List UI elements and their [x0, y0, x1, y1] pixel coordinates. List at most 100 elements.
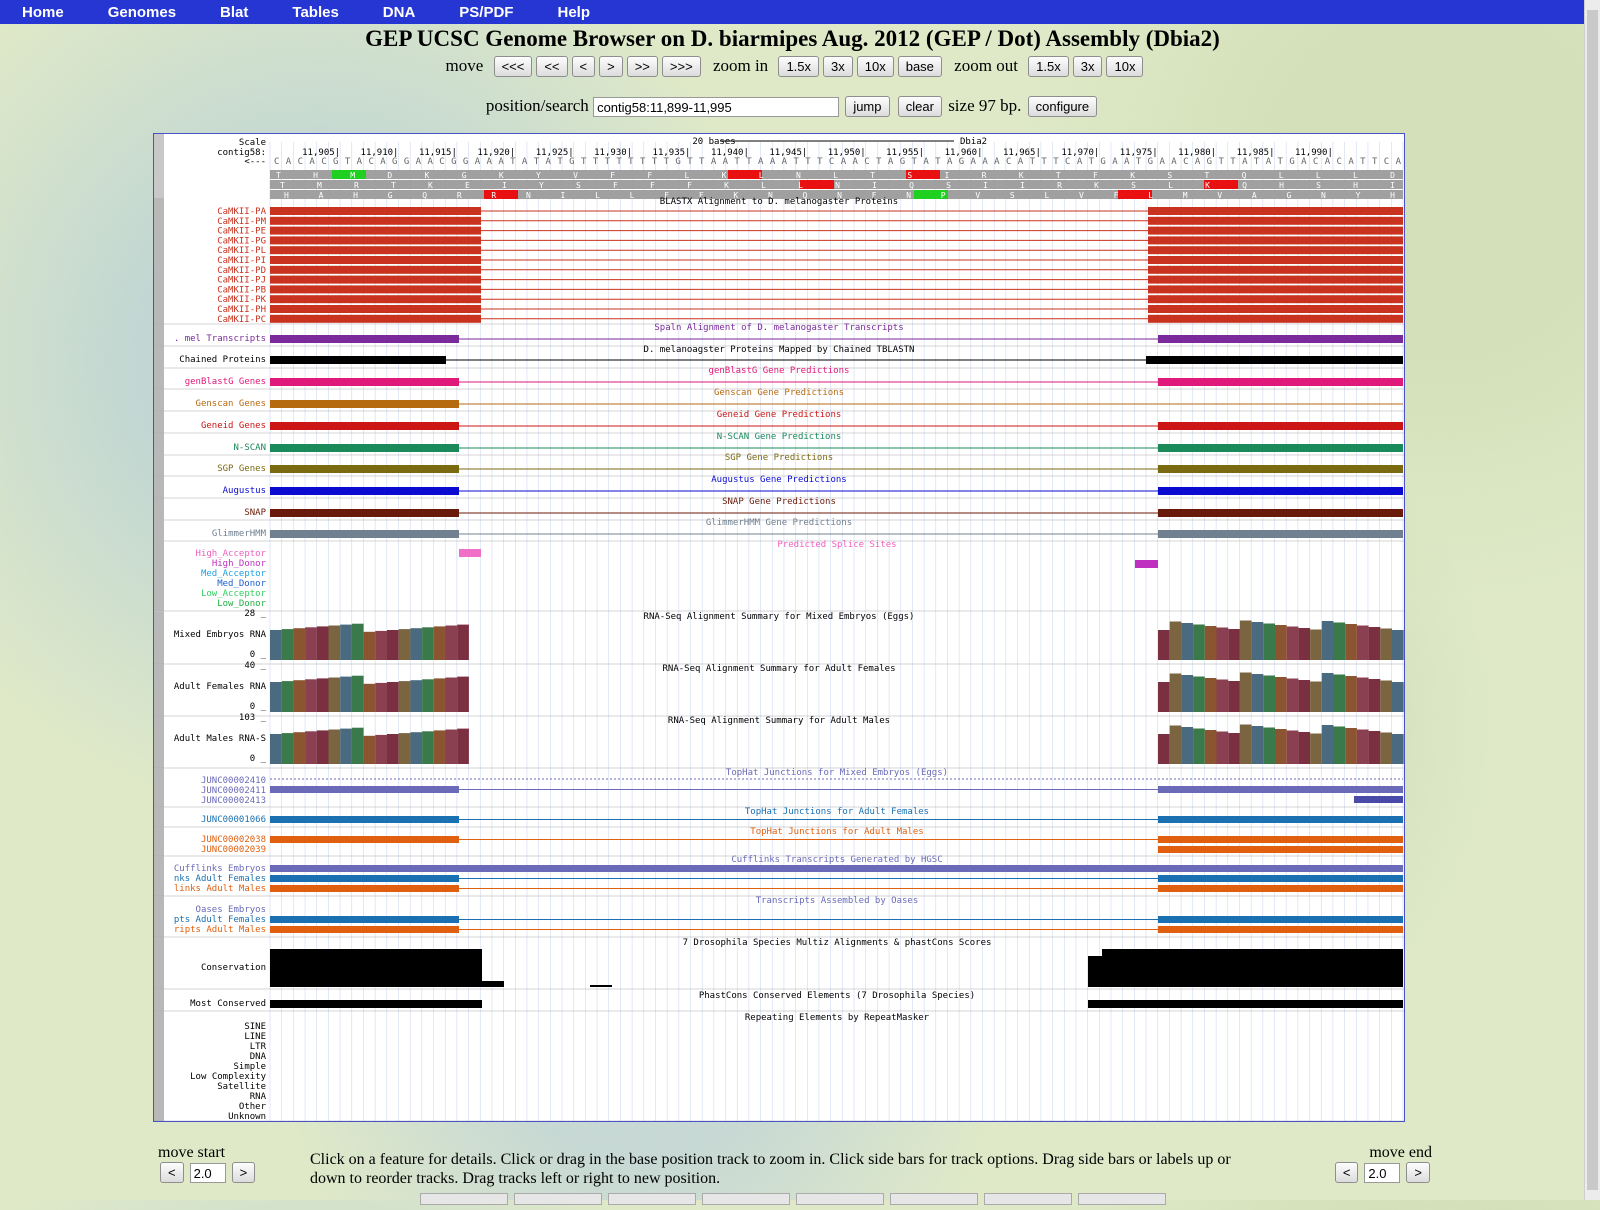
nav-help[interactable]: Help	[535, 4, 612, 21]
track-side-bar	[154, 519, 164, 541]
zoom-in-button-2[interactable]: 10x	[856, 56, 894, 77]
snap-feature-exon-2	[1158, 509, 1403, 517]
track-side-bar	[154, 539, 164, 611]
move-button-0[interactable]: <<<	[493, 56, 533, 77]
cufflinks-feature	[270, 865, 1403, 872]
rnaseq-min-label: 0 _	[250, 754, 267, 764]
coverage-bar	[316, 678, 329, 712]
move-button-5[interactable]: >>>	[661, 56, 701, 77]
jump-button[interactable]: jump	[845, 96, 890, 117]
coverage-bar	[410, 680, 423, 712]
track-control-button[interactable]	[796, 1193, 884, 1205]
move-start-input[interactable]	[189, 1163, 226, 1184]
track-side-bar	[154, 989, 164, 1011]
coverage-bar	[398, 681, 411, 712]
glimmer-track-title: GlimmerHMM Gene Predictions	[706, 518, 852, 528]
sgp-track-label: SGP Genes	[217, 464, 266, 474]
coverage-bar	[375, 734, 387, 764]
move-end-input[interactable]	[1364, 1163, 1401, 1184]
blastx-alignment-exon-2	[1148, 295, 1403, 304]
nav-blat[interactable]: Blat	[198, 4, 270, 21]
position-search-input[interactable]	[593, 97, 840, 118]
coverage-bar	[1380, 628, 1392, 660]
nscan-track-label: N-SCAN	[233, 443, 266, 453]
sgp-track-title: SGP Gene Predictions	[725, 453, 833, 463]
track-control-button[interactable]	[420, 1193, 508, 1205]
move-button-3[interactable]: >	[599, 56, 623, 77]
track-control-button[interactable]	[514, 1193, 602, 1205]
track-side-bar	[154, 716, 164, 768]
move-start-right-button[interactable]: >	[231, 1162, 256, 1183]
move-end-left-button[interactable]: <	[1334, 1162, 1359, 1183]
track-control-button[interactable]	[1078, 1193, 1166, 1205]
coverage-bar	[1310, 681, 1322, 712]
nav-genomes[interactable]: Genomes	[86, 4, 198, 21]
genblast-feature-exon-1	[270, 378, 459, 386]
blastx-feature-label: CaMKII-PK	[217, 295, 266, 305]
coverage-bar	[305, 627, 317, 660]
coverage-bar	[1169, 725, 1182, 764]
blastx-feature-label: CaMKII-PD	[217, 266, 266, 276]
coverage-bar	[293, 628, 306, 660]
nav-ps-pdf[interactable]: PS/PDF	[437, 4, 535, 21]
zoom-out-button-2[interactable]: 10x	[1106, 56, 1144, 77]
coverage-bar	[1158, 682, 1170, 712]
scrollbar-thumb[interactable]	[1587, 10, 1598, 1190]
coverage-bar	[1298, 680, 1311, 712]
move-button-2[interactable]: <	[571, 56, 596, 77]
coverage-bar	[351, 727, 364, 764]
zoom-out-button-1[interactable]: 3x	[1072, 56, 1103, 77]
coverage-bar	[1356, 677, 1369, 712]
coverage-bar	[270, 682, 282, 712]
splice-label: Low_Acceptor	[201, 589, 267, 599]
configure-button[interactable]: configure	[1027, 96, 1098, 117]
track-control-button[interactable]	[702, 1193, 790, 1205]
coverage-bar	[1275, 625, 1287, 660]
blastx-alignment-exon-1	[270, 314, 481, 323]
snap-track-title: SNAP Gene Predictions	[722, 497, 836, 507]
coverage-bar	[351, 675, 364, 712]
repeat-class-label: SINE	[244, 1022, 266, 1032]
move-start-left-button[interactable]: <	[160, 1162, 184, 1183]
rnaseq-min-label: 0 _	[250, 650, 267, 660]
genome-browser-image[interactable]: Scale contig58: <--- 20 bases Dbia2 11,905| 11…	[153, 133, 1405, 1122]
augustus-feature-exon-2	[1158, 487, 1403, 495]
coverage-bar	[1321, 621, 1334, 660]
zoom-out-button-0[interactable]: 1.5x	[1028, 56, 1069, 77]
sgp-feature-exon-2	[1158, 465, 1403, 473]
clear-button[interactable]: clear	[897, 96, 942, 117]
coverage-bar	[1263, 623, 1275, 660]
nscan-feature-exon-1	[270, 444, 459, 452]
zoom-in-button-3[interactable]: base	[897, 56, 942, 77]
track-side-bar	[154, 896, 164, 937]
track-control-button[interactable]	[608, 1193, 696, 1205]
coverage-bar	[1228, 629, 1240, 660]
coverage-bar	[328, 625, 341, 660]
nav-tables[interactable]: Tables	[270, 4, 360, 21]
repeat-class-label: Unknown	[228, 1112, 266, 1121]
track-control-button[interactable]	[890, 1193, 978, 1205]
nav-dna[interactable]: DNA	[361, 4, 438, 21]
move-button-4[interactable]: >>	[626, 56, 658, 77]
blastx-alignment-exon-2	[1148, 246, 1403, 255]
track-display[interactable]: Scalecontig58:<---20 bases Dbia211,905| 11…	[154, 134, 1404, 1121]
coverage-bar	[1286, 678, 1299, 712]
blastx-alignment-exon-1	[270, 226, 481, 235]
page-scrollbar[interactable]	[1584, 0, 1600, 1200]
zoom-in-button-1[interactable]: 3x	[823, 56, 853, 77]
coverage-bar	[340, 728, 352, 764]
track-control-button[interactable]	[984, 1193, 1072, 1205]
augustus-track-title: Augustus Gene Predictions	[711, 475, 846, 485]
track-side-bar	[154, 454, 164, 476]
junction-exon-1	[270, 786, 459, 793]
blastx-alignment-exon-2	[1148, 305, 1403, 313]
move-button-1[interactable]: <<	[536, 56, 568, 77]
zoom-in-button-0[interactable]: 1.5x	[778, 56, 820, 77]
blastx-alignment-exon-1	[270, 265, 481, 274]
coverage-bar	[1169, 673, 1182, 712]
blastx-alignment-exon-1	[270, 285, 481, 294]
rnaseq-track-title: RNA-Seq Alignment Summary for Mixed Embr…	[644, 612, 915, 622]
nav-home[interactable]: Home	[0, 4, 86, 21]
blastx-feature-label: CaMKII-PG	[217, 236, 266, 246]
move-end-right-button[interactable]: >	[1406, 1162, 1430, 1183]
